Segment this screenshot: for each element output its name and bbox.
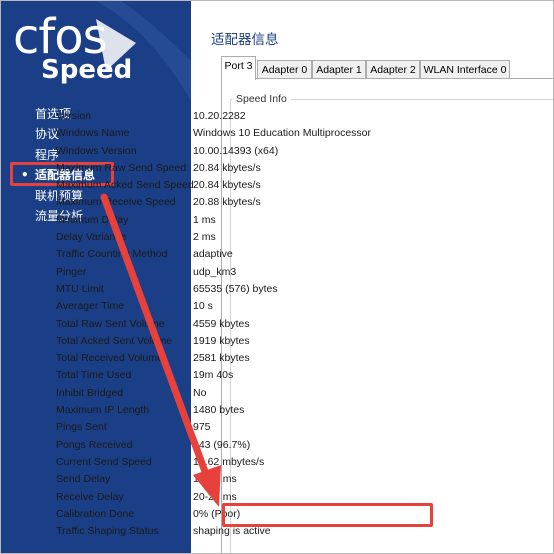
info-row-value: 975 bbox=[193, 421, 211, 434]
info-row-label: Minimum Delay bbox=[56, 213, 129, 226]
info-row-label: Total Acked Sent Volume bbox=[56, 334, 173, 347]
info-row-value: 10.00.14393 (x64) bbox=[193, 144, 279, 157]
info-row-label: Averager Time bbox=[56, 300, 125, 313]
info-row-label: Delay Variance bbox=[56, 231, 127, 244]
tab-adapter-2[interactable]: Adapter 2 bbox=[366, 60, 420, 79]
info-row-label: Pinger bbox=[56, 265, 87, 278]
info-row-label: Pongs Received bbox=[56, 438, 133, 451]
info-row-label: Version bbox=[56, 110, 92, 122]
info-row: MTU Limit 65535 (576) bytes bbox=[13, 281, 353, 298]
info-row: Maximum IP Length 1480 bytes bbox=[13, 402, 353, 419]
tab-label: Adapter 1 bbox=[316, 64, 362, 76]
info-row-label: Traffic Counting Method bbox=[56, 248, 168, 261]
logo-subtext: Speed bbox=[41, 55, 133, 85]
info-row: Averager Time 10 s bbox=[13, 298, 353, 315]
tab-wlan-interface-0[interactable]: WLAN Interface 0 bbox=[420, 60, 510, 79]
tab-label: Adapter 0 bbox=[261, 64, 308, 76]
info-row-value: 65535 (576) bytes bbox=[193, 282, 278, 295]
info-row-label: Maximum Acked Send Speed bbox=[56, 179, 194, 192]
info-row-label: Maximum Raw Send Speed bbox=[56, 161, 187, 174]
info-row-label: Windows Version bbox=[56, 144, 137, 157]
info-row: Windows Name Windows 10 Education Multipr… bbox=[13, 125, 371, 142]
app-window: cfos Speed 首选项 协议 程序 • 适配器信息 联机预算 流量分析 适配… bbox=[0, 0, 554, 554]
info-row-label: Total Received Volume bbox=[56, 352, 163, 365]
info-row-value: 20.88 kbytes/s bbox=[193, 196, 261, 209]
info-row: Send Delay 10-17 ms bbox=[13, 471, 353, 488]
info-row-label: Windows Name bbox=[56, 127, 130, 140]
info-row-value: 10.20.2282 bbox=[193, 110, 246, 122]
info-row-label: Maximum IP Length bbox=[56, 404, 150, 417]
info-row-value: 1919 kbytes bbox=[193, 334, 250, 347]
group-title: Speed Info bbox=[232, 93, 291, 106]
info-row: Windows Version 10.00.14393 (x64) bbox=[13, 143, 353, 160]
tab-port-3[interactable]: Port 3 bbox=[221, 56, 256, 80]
info-row: Inhibit Bridged No bbox=[13, 385, 353, 402]
tab-label: Adapter 2 bbox=[370, 64, 416, 76]
info-row: Minimum Delay 1 ms bbox=[13, 212, 353, 229]
info-row: Traffic Counting Method adaptive bbox=[13, 246, 353, 263]
info-row-label: Receive Delay bbox=[56, 490, 124, 503]
page-title: 适配器信息 bbox=[211, 32, 279, 48]
tab-adapter-1[interactable]: Adapter 1 bbox=[312, 60, 366, 79]
info-row-value: 19m 40s bbox=[193, 369, 234, 382]
info-row-label: MTU Limit bbox=[56, 282, 104, 295]
info-row: Current Send Speed 15.62 mbytes/s bbox=[13, 454, 353, 471]
info-row-label: Inhibit Bridged bbox=[56, 386, 124, 399]
info-row-value: adaptive bbox=[193, 248, 233, 261]
info-row: Maximum Acked Send Speed 20.84 kbytes/s bbox=[13, 177, 353, 194]
logo-text: cfos bbox=[13, 9, 108, 65]
info-row: Maximum Raw Send Speed 20.84 kbytes/s bbox=[13, 160, 353, 177]
info-row-value: 20.84 kbytes/s bbox=[193, 161, 261, 174]
info-row: Total Received Volume 2581 kbytes bbox=[13, 350, 353, 367]
info-row: Pongs Received 943 (96.7%) bbox=[13, 437, 353, 454]
info-row-value: 15.62 mbytes/s bbox=[193, 455, 265, 468]
info-row: Pinger udp_km3 bbox=[13, 264, 353, 281]
info-row-label: Calibration Done bbox=[56, 507, 135, 520]
info-row-value: 2581 kbytes bbox=[193, 352, 250, 365]
info-row: Version 10.20.2282 bbox=[13, 108, 353, 125]
info-row-label: Total Time Used bbox=[56, 369, 132, 382]
info-row: Maximum Receive Speed 20.88 kbytes/s bbox=[13, 194, 353, 211]
annotation-highlight-calibration bbox=[222, 503, 433, 527]
info-row: Total Time Used 19m 40s bbox=[13, 367, 353, 384]
info-row-value: 2 ms bbox=[193, 231, 216, 244]
info-row-label: Total Raw Sent Volume bbox=[56, 317, 165, 330]
info-row-value: No bbox=[193, 386, 207, 399]
tab-label: Port 3 bbox=[224, 60, 253, 72]
info-row: Delay Variance 2 ms bbox=[13, 229, 353, 246]
tab-label: WLAN Interface 0 bbox=[423, 64, 507, 76]
info-row-label: Send Delay bbox=[56, 473, 111, 486]
info-row: Total Acked Sent Volume 1919 kbytes bbox=[13, 333, 353, 350]
info-row-value: 1 ms bbox=[193, 213, 216, 226]
info-row: Total Raw Sent Volume 4559 kbytes bbox=[13, 316, 353, 333]
info-list: Version 10.20.2282 Windows Name Windows 10 … bbox=[13, 108, 371, 540]
info-row-label: Maximum Receive Speed bbox=[56, 196, 176, 209]
info-row-value: 10-17 ms bbox=[193, 473, 237, 486]
info-row-label: Pings Sent bbox=[56, 421, 107, 434]
info-row-label: Traffic Shaping Status bbox=[56, 525, 159, 538]
info-row-value: 4559 kbytes bbox=[193, 317, 250, 330]
info-row-value: udp_km3 bbox=[193, 265, 237, 278]
info-row-value: 943 (96.7%) bbox=[193, 438, 251, 451]
info-row: Pings Sent 975 bbox=[13, 419, 353, 436]
info-row-label: Current Send Speed bbox=[56, 455, 152, 468]
info-row-value: Windows 10 Education Multiprocessor bbox=[193, 127, 371, 140]
info-row-value: 20.84 kbytes/s bbox=[193, 179, 261, 192]
info-row-value: 10 s bbox=[193, 300, 213, 313]
tab-adapter-0[interactable]: Adapter 0 bbox=[257, 60, 312, 79]
info-row-value: 1480 bytes bbox=[193, 404, 245, 417]
